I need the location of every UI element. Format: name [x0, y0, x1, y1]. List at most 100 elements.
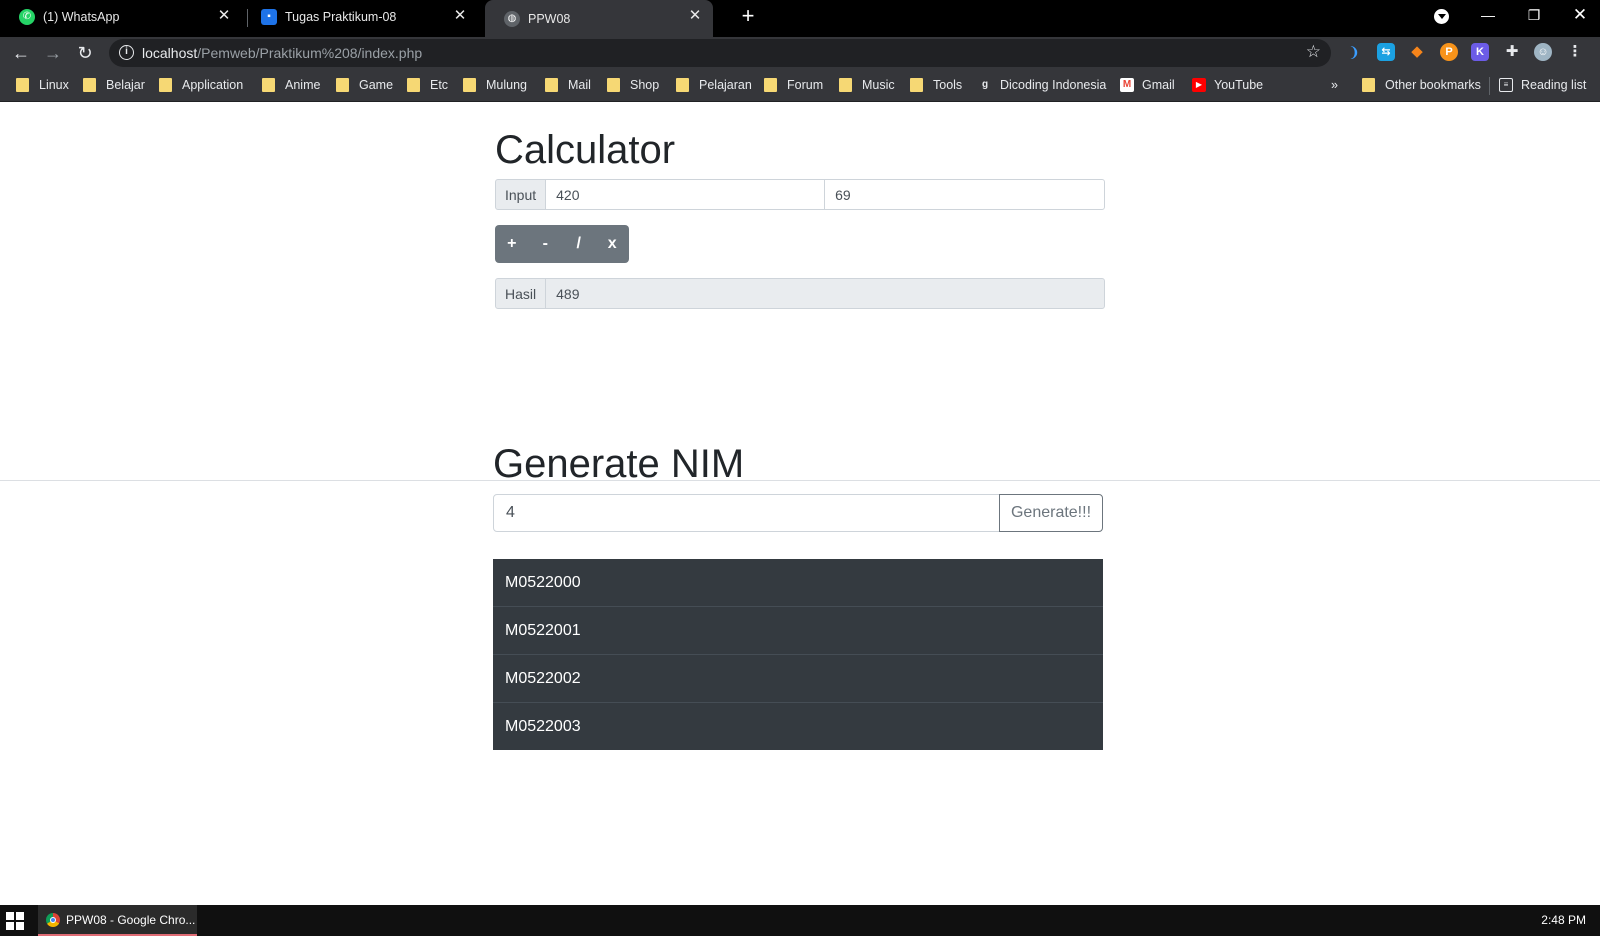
tab-title: PPW08 [528, 11, 571, 26]
forward-arrow-icon[interactable]: → [41, 41, 65, 65]
bookmark-folder[interactable]: Forum [764, 76, 823, 94]
folder-icon [1362, 78, 1375, 92]
list-item: M0522000 [493, 559, 1103, 607]
page-content: Calculator Input 420 69 + - / x Hasil 48… [0, 102, 1600, 905]
folder-icon [764, 78, 777, 92]
folder-icon [16, 78, 29, 92]
folder-icon [607, 78, 620, 92]
reading-list-icon: ≡ [1499, 78, 1513, 92]
bookmark-folder[interactable]: Shop [607, 76, 659, 94]
close-window-button[interactable]: ✕ [1557, 0, 1600, 32]
bookmark-folder[interactable]: Tools [910, 76, 962, 94]
minimize-button[interactable]: — [1465, 0, 1511, 32]
close-icon[interactable]: ✕ [452, 8, 468, 24]
bookmarks-bar: Linux Belajar Application Anime Game Etc… [0, 69, 1600, 102]
site-info-icon[interactable]: i [119, 45, 134, 60]
number-input-2[interactable]: 69 [824, 179, 1105, 210]
nim-count-input[interactable]: 4 [493, 494, 1000, 532]
dicoding-icon: g [981, 79, 989, 90]
folder-icon [545, 78, 558, 92]
other-bookmarks-folder[interactable]: Other bookmarks [1362, 76, 1481, 94]
result-group: Hasil 489 [495, 278, 1105, 309]
reading-list-button[interactable]: ≡ Reading list [1499, 76, 1586, 94]
generate-nim-title: Generate NIM [493, 442, 745, 486]
calculator-title: Calculator [495, 128, 676, 172]
profile-avatar[interactable]: ☺ [1534, 43, 1552, 61]
menu-kebab-icon[interactable]: ⋮ [1566, 43, 1584, 61]
windows-taskbar: PPW08 - Google Chro... 2:48 PM [0, 905, 1600, 936]
browser-tab-strip: ✆ (1) WhatsApp ✕ ▪ Tugas Praktikum-08 ✕ … [0, 0, 1600, 37]
tab-tugas-praktikum[interactable]: ▪ Tugas Praktikum-08 ✕ [242, 0, 478, 33]
multiply-button[interactable]: x [596, 225, 630, 263]
classroom-icon: ▪ [261, 8, 277, 25]
reload-icon[interactable]: ↻ [73, 41, 97, 65]
operation-button-group: + - / x [495, 225, 629, 263]
calculator-input-group: Input 420 69 [495, 179, 1105, 210]
bookmark-folder[interactable]: Etc [407, 76, 448, 94]
close-icon[interactable]: ✕ [687, 8, 703, 24]
divide-button[interactable]: / [562, 225, 596, 263]
new-tab-button[interactable]: + [736, 4, 760, 28]
folder-icon [463, 78, 476, 92]
bookmark-folder[interactable]: Mail [545, 76, 591, 94]
folder-icon [83, 78, 96, 92]
extension-translate-icon[interactable]: ⇆ [1377, 43, 1395, 61]
system-clock[interactable]: 2:48 PM [1541, 913, 1586, 927]
bookmark-youtube[interactable]: ▶ YouTube [1192, 76, 1263, 94]
chrome-icon [46, 912, 60, 927]
tab-search-icon[interactable] [1434, 9, 1449, 24]
subtract-button[interactable]: - [529, 225, 563, 263]
globe-icon: ◍ [504, 10, 520, 27]
bookmark-star-icon[interactable]: ☆ [1306, 42, 1321, 62]
bookmark-folder[interactable]: Music [839, 76, 895, 94]
extensions-puzzle-icon[interactable]: ✚ [1503, 43, 1521, 61]
extension-k-icon[interactable]: K [1471, 43, 1489, 61]
bookmark-gmail[interactable]: M Gmail [1120, 76, 1175, 94]
input-label: Input [495, 179, 547, 210]
result-output: 489 [545, 278, 1105, 309]
result-label: Hasil [495, 278, 547, 309]
tab-ppw08[interactable]: ◍ PPW08 ✕ [485, 0, 713, 37]
youtube-icon: ▶ [1192, 78, 1206, 92]
folder-icon [407, 78, 420, 92]
generate-button[interactable]: Generate!!! [999, 494, 1103, 532]
extension-p-icon[interactable]: P [1440, 43, 1458, 61]
address-bar[interactable]: i localhost/Pemweb/Praktikum%208/index.p… [109, 39, 1331, 67]
restore-button[interactable]: ❐ [1511, 0, 1557, 32]
bookmark-folder[interactable]: Application [159, 76, 243, 94]
windows-start-icon[interactable] [6, 912, 24, 930]
bookmark-folder[interactable]: Linux [16, 76, 69, 94]
bookmark-folder[interactable]: Anime [262, 76, 320, 94]
number-input-1[interactable]: 420 [545, 179, 826, 210]
folder-icon [910, 78, 923, 92]
taskbar-chrome-item[interactable]: PPW08 - Google Chro... [38, 905, 197, 936]
back-arrow-icon[interactable]: ← [9, 41, 33, 65]
folder-icon [839, 78, 852, 92]
folder-icon [676, 78, 689, 92]
bookmark-dicoding[interactable]: g Dicoding Indonesia [978, 76, 1106, 94]
bookmark-folder[interactable]: Belajar [83, 76, 145, 94]
extension-wifi-icon[interactable]: ❩ [1345, 43, 1363, 61]
list-item: M0522002 [493, 655, 1103, 703]
gmail-icon: M [1120, 78, 1134, 92]
tab-title: Tugas Praktikum-08 [285, 9, 397, 24]
list-item: M0522003 [505, 717, 581, 735]
url-text[interactable]: localhost/Pemweb/Praktikum%208/index.php [142, 45, 422, 61]
folder-icon [336, 78, 349, 92]
add-button[interactable]: + [495, 225, 529, 263]
close-icon[interactable]: ✕ [216, 8, 232, 24]
nim-result-list: M0522000 M0522001 M0522002 M0522003 [493, 559, 1103, 750]
section-divider [0, 480, 1600, 481]
folder-icon [159, 78, 172, 92]
bookmark-folder[interactable]: Game [336, 76, 393, 94]
bookmark-folder[interactable]: Pelajaran [676, 76, 752, 94]
list-item: M0522001 [493, 607, 1103, 655]
bookmarks-overflow-button[interactable]: » [1331, 76, 1338, 94]
tab-whatsapp[interactable]: ✆ (1) WhatsApp ✕ [0, 0, 242, 33]
whatsapp-icon: ✆ [19, 8, 35, 25]
metamask-icon[interactable]: ◆ [1408, 43, 1426, 61]
folder-icon [262, 78, 275, 92]
bookmark-folder[interactable]: Mulung [463, 76, 527, 94]
bookmark-separator [1489, 77, 1490, 95]
nim-input-group: 4 Generate!!! [493, 494, 1103, 532]
